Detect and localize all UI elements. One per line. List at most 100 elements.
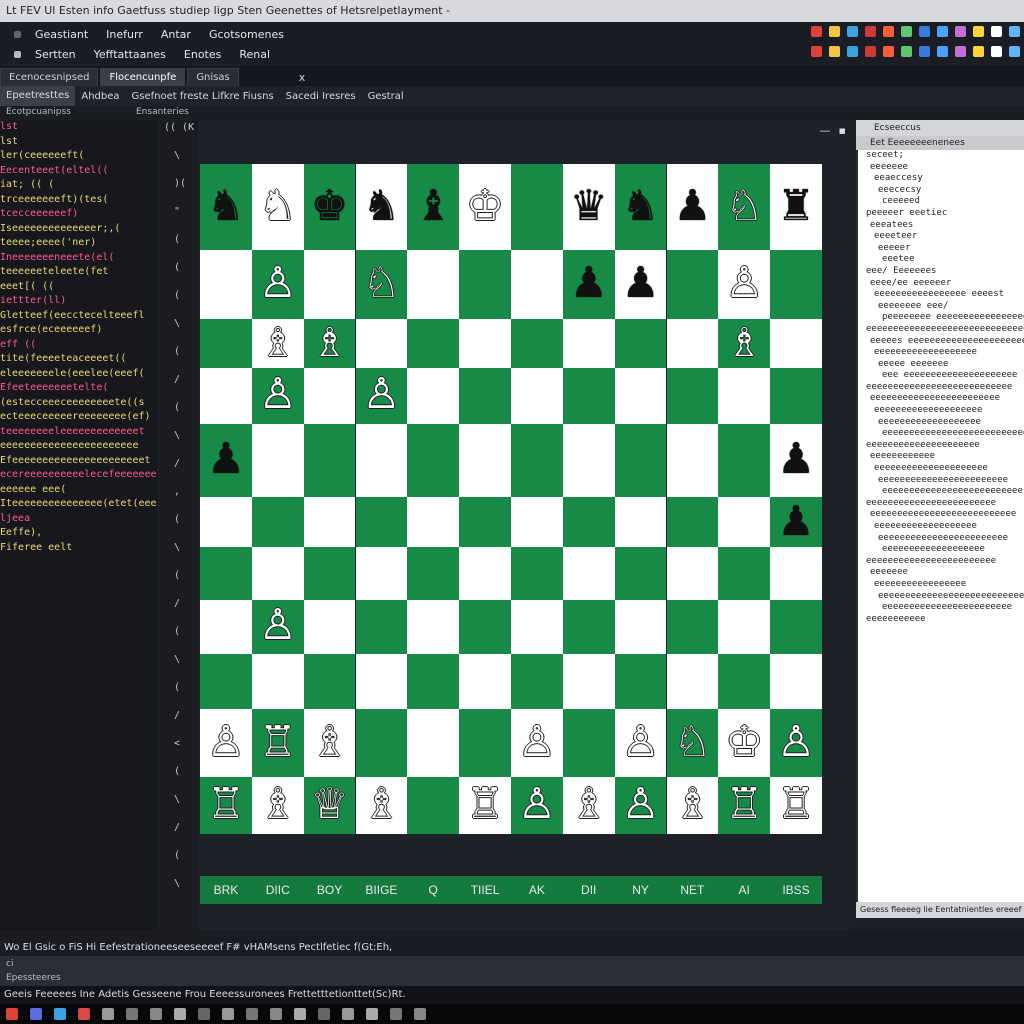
- taskbar-app-icon[interactable]: [390, 1008, 402, 1020]
- board-square[interactable]: [200, 496, 252, 547]
- board-square[interactable]: ♞: [614, 164, 667, 250]
- toolbar-icon-1-2[interactable]: [847, 46, 858, 57]
- board-square[interactable]: [303, 546, 356, 600]
- white-piece[interactable]: ♙: [622, 784, 660, 827]
- black-piece[interactable]: ♟: [207, 438, 245, 482]
- white-piece[interactable]: ♗: [673, 784, 711, 827]
- board-square[interactable]: ♙: [511, 709, 563, 777]
- board-square[interactable]: ♙: [770, 709, 822, 777]
- white-piece[interactable]: ♗: [726, 323, 762, 364]
- board-square[interactable]: [355, 496, 408, 547]
- board-square[interactable]: [718, 653, 771, 710]
- board-square[interactable]: ♗: [303, 709, 356, 777]
- white-piece[interactable]: ♗: [260, 323, 296, 364]
- toolbar-icon-1-10[interactable]: [991, 46, 1002, 57]
- black-piece[interactable]: ♟: [622, 263, 660, 306]
- subtab-3[interactable]: Sacedi Iresres: [280, 91, 362, 102]
- board-square[interactable]: [407, 249, 460, 320]
- board-square[interactable]: [459, 249, 511, 320]
- white-piece[interactable]: ♙: [622, 721, 660, 765]
- board-square[interactable]: [407, 776, 460, 834]
- board-square[interactable]: [511, 249, 563, 320]
- board-square[interactable]: ♙: [251, 249, 304, 320]
- board-square[interactable]: [666, 496, 719, 547]
- toolbar-icon-0-6[interactable]: [919, 26, 930, 37]
- taskbar-app-icon[interactable]: [222, 1008, 234, 1020]
- white-piece[interactable]: ♖: [725, 784, 763, 827]
- taskbar-app-icon[interactable]: [414, 1008, 426, 1020]
- board-square[interactable]: [407, 599, 460, 654]
- board-square[interactable]: [355, 423, 408, 497]
- toolbar-icon-0-4[interactable]: [883, 26, 894, 37]
- taskbar-app-icon[interactable]: [6, 1008, 18, 1020]
- board-square[interactable]: [614, 319, 667, 368]
- board-square[interactable]: [251, 546, 304, 600]
- board-square[interactable]: [562, 423, 615, 497]
- board-square[interactable]: [770, 249, 822, 320]
- white-piece[interactable]: ♙: [518, 784, 556, 827]
- black-piece[interactable]: ♟: [777, 438, 815, 482]
- white-piece[interactable]: ♘: [362, 263, 400, 306]
- board-square[interactable]: [303, 249, 356, 320]
- subtab-0[interactable]: Epeetresttes: [0, 86, 76, 106]
- board-square[interactable]: [562, 653, 615, 710]
- board-square[interactable]: [459, 319, 511, 368]
- toolbar-icon-0-10[interactable]: [991, 26, 1002, 37]
- board-square[interactable]: [459, 367, 511, 424]
- board-square[interactable]: [562, 709, 615, 777]
- board-square[interactable]: ♝: [407, 164, 460, 250]
- board-square[interactable]: [303, 367, 356, 424]
- board-square[interactable]: [511, 423, 563, 497]
- black-piece[interactable]: ♟: [570, 263, 608, 306]
- board-square[interactable]: [355, 599, 408, 654]
- board-square[interactable]: [459, 599, 511, 654]
- board-square[interactable]: [407, 423, 460, 497]
- white-piece[interactable]: ♙: [518, 721, 556, 765]
- toolbar-icon-0-9[interactable]: [973, 26, 984, 37]
- board-square[interactable]: ♙: [355, 367, 408, 424]
- board-square[interactable]: [562, 599, 615, 654]
- board-square[interactable]: [666, 653, 719, 710]
- board-square[interactable]: ♖: [459, 776, 511, 834]
- board-square[interactable]: [200, 319, 252, 368]
- board-square[interactable]: [407, 496, 460, 547]
- board-square[interactable]: [200, 367, 252, 424]
- white-piece[interactable]: ♗: [259, 784, 297, 827]
- board-square[interactable]: [303, 423, 356, 497]
- toolbar-icon-1-3[interactable]: [865, 46, 876, 57]
- taskbar-app-icon[interactable]: [150, 1008, 162, 1020]
- taskbar-app-icon[interactable]: [126, 1008, 138, 1020]
- toolbar-icon-0-7[interactable]: [937, 26, 948, 37]
- white-piece[interactable]: ♗: [362, 784, 400, 827]
- subtab-2[interactable]: Gsefnoet freste Lifkre Fiusns: [126, 91, 280, 102]
- board-square[interactable]: [459, 653, 511, 710]
- taskbar-app-icon[interactable]: [246, 1008, 258, 1020]
- black-piece[interactable]: ♞: [207, 185, 245, 229]
- board-square[interactable]: ♘: [718, 164, 771, 250]
- menu-item-6[interactable]: Enotes: [184, 48, 221, 61]
- properties-body[interactable]: seceet; eeeeeee eeaeccesy eeececsy ceeeeed pe…: [858, 150, 1024, 902]
- menu-item-1[interactable]: Inefurr: [106, 28, 143, 41]
- black-piece[interactable]: ♜: [777, 185, 815, 229]
- board-square[interactable]: [666, 423, 719, 497]
- board-square[interactable]: [511, 319, 563, 368]
- board-square[interactable]: [666, 599, 719, 654]
- board-square[interactable]: [770, 546, 822, 600]
- taskbar-app-icon[interactable]: [78, 1008, 90, 1020]
- white-piece[interactable]: ♔: [466, 185, 504, 229]
- black-piece[interactable]: ♞: [622, 185, 660, 229]
- board-square[interactable]: ♛: [562, 164, 615, 250]
- board-square[interactable]: [355, 319, 408, 368]
- board-square[interactable]: ♟: [770, 423, 822, 497]
- toolbar-icon-1-0[interactable]: [811, 46, 822, 57]
- white-piece[interactable]: ♗: [312, 323, 348, 364]
- board-square[interactable]: ♟: [200, 423, 252, 497]
- board-square[interactable]: ♗: [562, 776, 615, 834]
- white-piece[interactable]: ♖: [259, 721, 297, 765]
- board-square[interactable]: ♖: [718, 776, 771, 834]
- board-square[interactable]: [562, 546, 615, 600]
- toolbar-icon-1-4[interactable]: [883, 46, 894, 57]
- subtab-1[interactable]: Ahdbea: [75, 91, 125, 102]
- board-square[interactable]: [251, 496, 304, 547]
- taskbar-app-icon[interactable]: [30, 1008, 42, 1020]
